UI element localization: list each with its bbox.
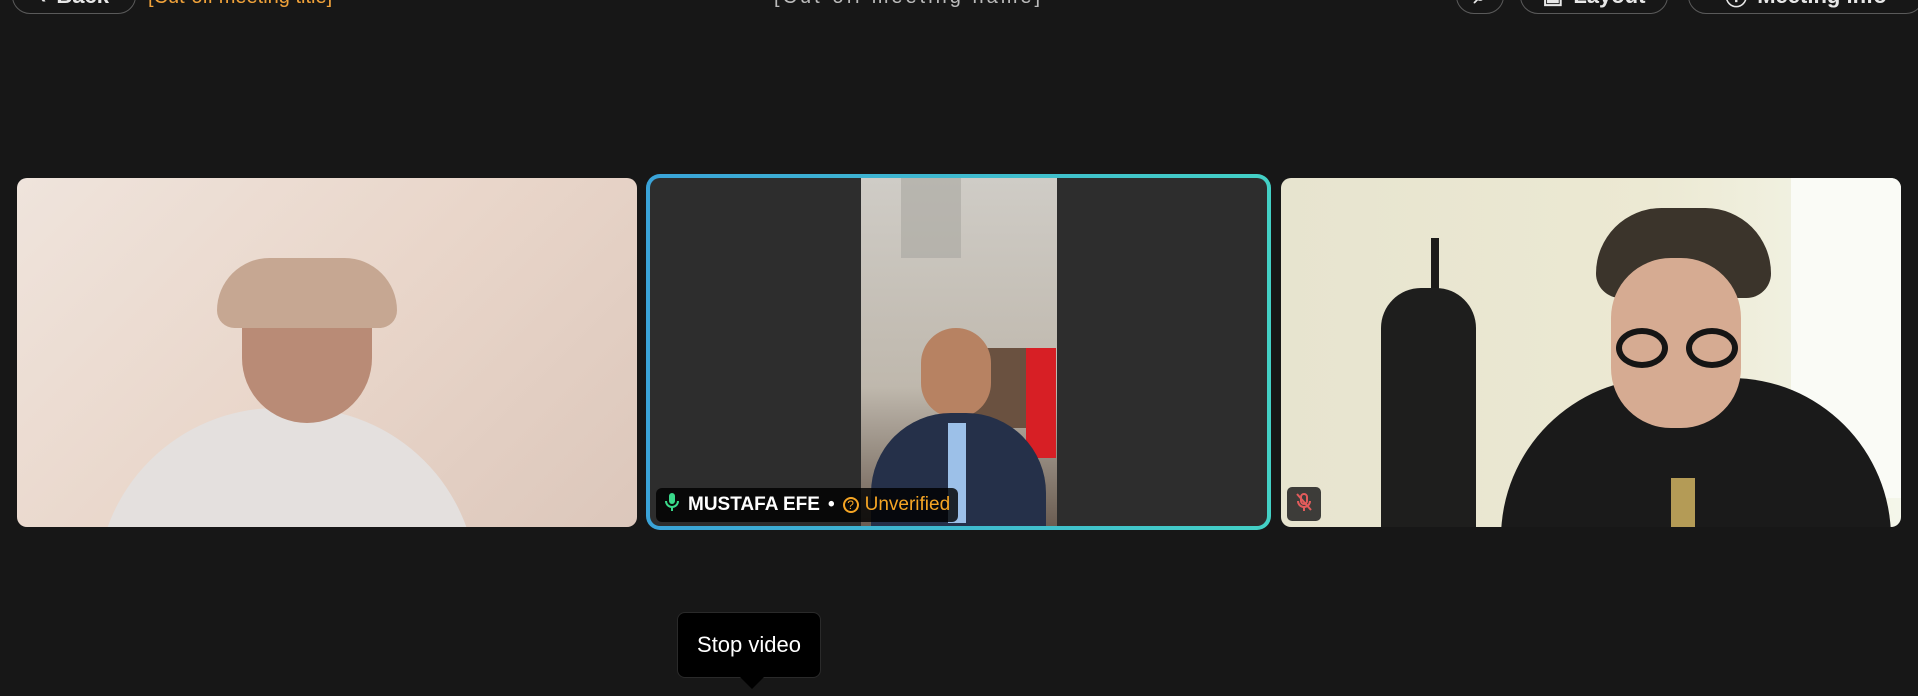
participant-nameplate: MUSTAFA EFE • ? Unverified	[656, 488, 959, 522]
participant-tile-1[interactable]	[17, 178, 637, 527]
top-bar: ‹ Back [Cut-off meeting title] [Cut-off …	[0, 0, 1918, 18]
info-icon: ⓘ	[1725, 0, 1747, 12]
microphone-icon	[664, 492, 680, 518]
separator-dot: •	[827, 494, 835, 515]
glasses	[1616, 328, 1746, 368]
meeting-title: [Cut-off meeting title]	[148, 0, 332, 9]
verification-status: ? Unverified	[842, 494, 951, 516]
active-speaker-video: MUSTAFA EFE • ? Unverified	[650, 178, 1267, 526]
ceiling-light	[901, 178, 961, 258]
layout-icon: ▣	[1543, 0, 1564, 9]
participant-name: MUSTAFA EFE	[688, 494, 820, 515]
participant-video-feed	[861, 178, 1057, 526]
verification-label: Unverified	[864, 494, 951, 515]
layout-button[interactable]: ▣ Layout	[1520, 0, 1668, 14]
participant-face	[921, 328, 991, 418]
back-label: Back	[56, 0, 109, 9]
tooltip-text: Stop video	[697, 632, 801, 657]
stop-video-tooltip: Stop video	[677, 612, 821, 689]
hanging-coat	[1381, 288, 1476, 527]
back-button[interactable]: ‹ Back	[12, 0, 136, 14]
layout-label: Layout	[1573, 0, 1645, 9]
meeting-info-label: Meeting info	[1757, 0, 1887, 9]
muted-mic-badge	[1287, 487, 1321, 521]
meeting-info-button[interactable]: ⓘ Meeting info	[1688, 0, 1918, 14]
participant-headwear	[217, 258, 397, 328]
meeting-name: [Cut-off meeting name]	[774, 0, 1043, 9]
participant-tile-2[interactable]: MUSTAFA EFE • ? Unverified	[646, 174, 1271, 530]
participant-tie	[1671, 478, 1695, 527]
mic-off-icon	[1295, 492, 1313, 517]
participant-tile-3[interactable]	[1281, 178, 1901, 527]
search-icon: ⌕	[1474, 0, 1486, 9]
flag	[1026, 348, 1056, 458]
search-button[interactable]: ⌕	[1456, 0, 1504, 14]
back-arrow-icon: ‹	[39, 0, 46, 9]
question-icon: ?	[842, 497, 859, 513]
